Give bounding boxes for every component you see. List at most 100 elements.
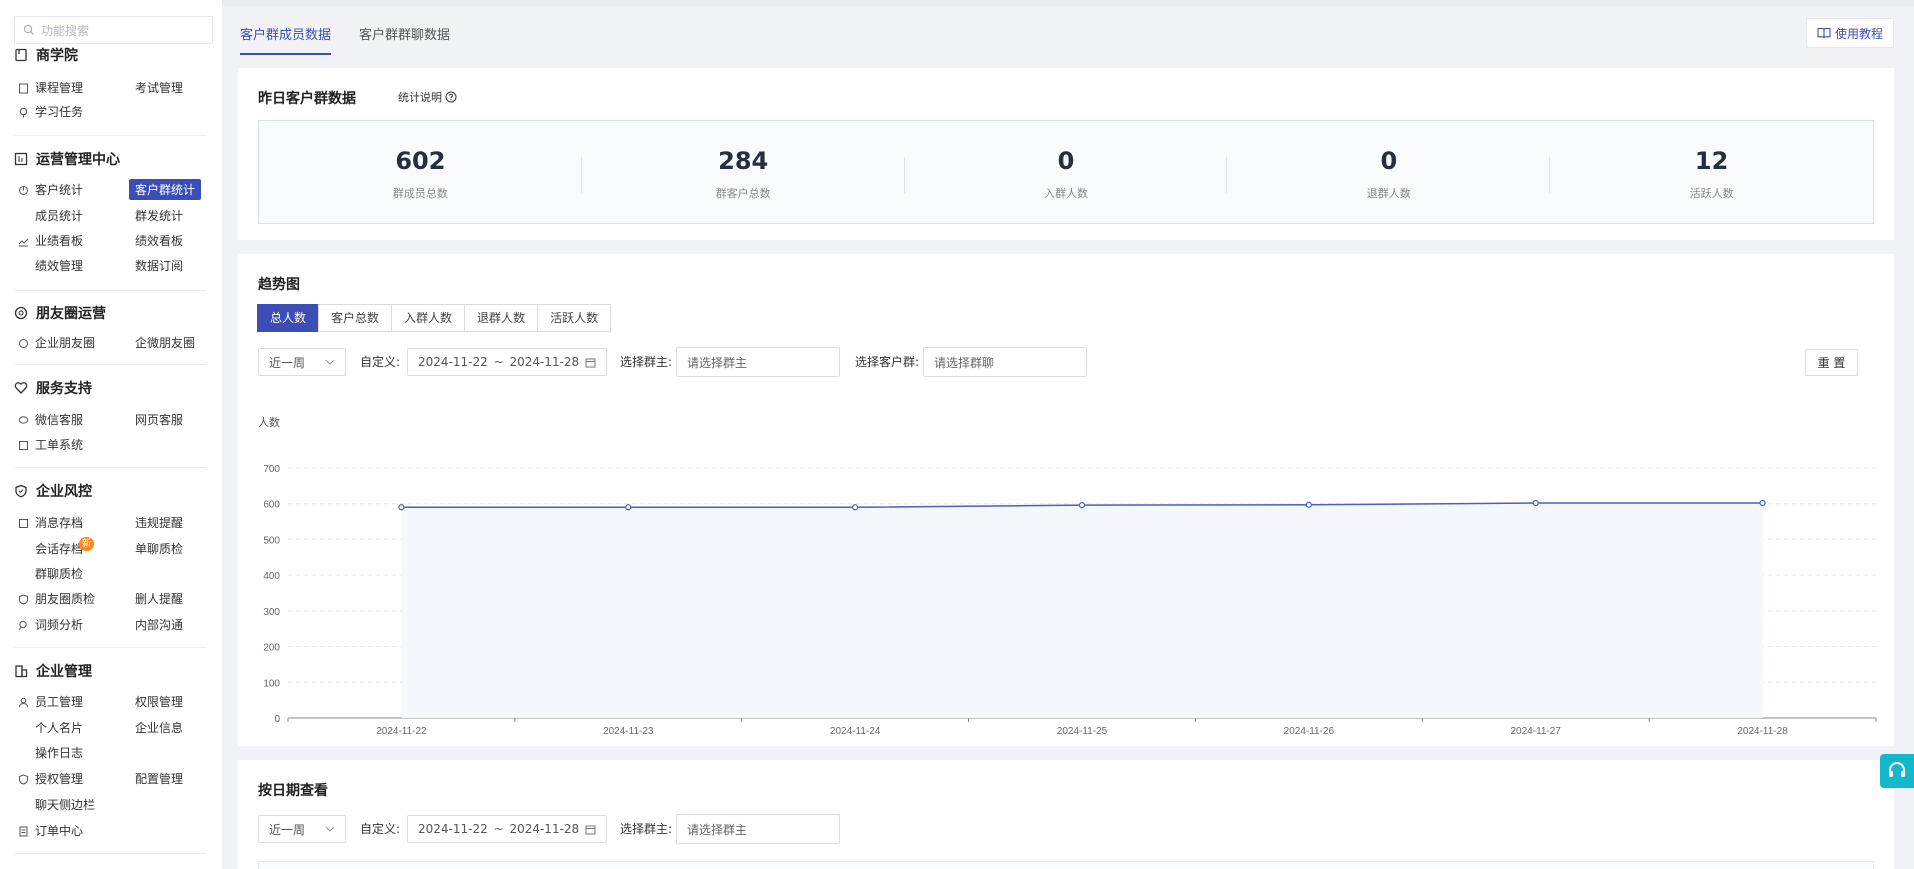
series-area — [401, 503, 1763, 718]
owner-label-2: 选择群主: — [620, 822, 673, 836]
doc-icon — [19, 83, 28, 93]
date-start: 2024-11-22 — [418, 355, 488, 369]
tab-group-chat-data[interactable]: 客户群群聊数据 — [359, 24, 450, 55]
chevron-down-icon — [325, 826, 335, 832]
seg-total[interactable]: 总人数 — [257, 304, 320, 332]
function-search-input[interactable]: 功能搜索 — [14, 16, 213, 44]
sidebar-item-member-stats[interactable]: 成员统计 — [35, 206, 83, 226]
sidebar-item-moments-qc[interactable]: 朋友圈质检 — [18, 589, 95, 609]
owner-label: 选择群主: — [620, 355, 673, 369]
sidebar-item-kpi-board[interactable]: 绩效看板 — [135, 231, 183, 251]
sidebar-item-web-service[interactable]: 网页客服 — [135, 410, 183, 430]
sidebar-item-permission[interactable]: 权限管理 — [135, 692, 183, 712]
sidebar-item-staff[interactable]: 员工管理 — [18, 692, 83, 712]
tab-member-data[interactable]: 客户群成员数据 — [240, 24, 332, 55]
section-business-school: 商学院 — [14, 45, 214, 65]
y-tick-label: 100 — [263, 678, 280, 689]
sidebar-item-wecom-moments[interactable]: 企微朋友圈 — [135, 333, 195, 353]
vertical-scrollbar[interactable] — [1906, 20, 1914, 840]
sidebar-item-chat-sidebar[interactable]: 聊天侧边栏 — [35, 795, 95, 815]
building-icon — [15, 665, 28, 678]
y-tick-label: 500 — [263, 535, 280, 546]
date-end: 2024-11-28 — [509, 355, 580, 369]
seg-joined[interactable]: 入群人数 — [391, 304, 466, 332]
sidebar-item-session-archive[interactable]: 会话存档新 — [35, 537, 95, 559]
data-point — [1305, 501, 1312, 508]
date-range-picker[interactable]: 2024-11-22 ~ 2024-11-28 — [407, 348, 607, 376]
trend-chart: 人数 0 100 200 300 400 500 600 700 2024-11-22 2024-1… — [258, 416, 1877, 737]
owner-select-2[interactable]: 请选择群主 — [676, 814, 840, 844]
seg-customer-total[interactable]: 客户总数 — [318, 304, 393, 332]
archive-icon — [19, 518, 28, 528]
x-tick-label: 2024-11-28 — [1737, 726, 1788, 737]
tutorial-button[interactable]: 使用教程 — [1805, 18, 1894, 48]
x-tick-label: 2024-11-26 — [1284, 726, 1335, 737]
tab-bar: 客户群成员数据 客户群群聊数据 — [240, 24, 478, 55]
seg-left[interactable]: 退群人数 — [464, 304, 539, 332]
y-tick-label: 400 — [263, 571, 280, 582]
sidebar-item-kpi-manage[interactable]: 绩效管理 — [35, 256, 83, 276]
divider — [14, 467, 206, 468]
stats-note[interactable]: 统计说明 — [398, 89, 457, 105]
seg-active[interactable]: 活跃人数 — [537, 304, 612, 332]
sidebar-item-customer-stats[interactable]: 客户统计 — [18, 180, 83, 200]
divider — [14, 290, 206, 291]
sidebar-item-config[interactable]: 配置管理 — [135, 769, 183, 789]
sidebar-item-corp-moments[interactable]: 企业朋友圈 — [18, 333, 95, 353]
search-icon — [23, 24, 34, 35]
chevron-down-icon — [325, 359, 335, 365]
section-operations: 运营管理中心 — [14, 149, 214, 169]
y-tick-label: 200 — [263, 643, 280, 654]
sidebar-item-delete-alert[interactable]: 删人提醒 — [135, 589, 183, 609]
y-tick-label: 600 — [263, 500, 280, 511]
group-select[interactable]: 请选择群聊 — [923, 347, 1087, 377]
x-tick-label: 2024-11-24 — [830, 726, 881, 737]
sidebar-item-performance-board[interactable]: 业绩看板 — [18, 231, 83, 251]
owner-select[interactable]: 请选择群主 — [676, 347, 840, 377]
sidebar-item-word-freq[interactable]: 词频分析 — [18, 615, 83, 635]
date-range-picker-2[interactable]: 2024-11-22 ~ 2024-11-28 — [407, 815, 607, 843]
sidebar-item-broadcast-stats[interactable]: 群发统计 — [135, 206, 183, 226]
sidebar-item-internal-comm[interactable]: 内部沟通 — [135, 615, 183, 635]
order-icon — [19, 826, 28, 836]
data-point — [625, 504, 632, 511]
sidebar-item-oplog[interactable]: 操作日志 — [35, 743, 83, 763]
sidebar-item-data-subscribe[interactable]: 数据订阅 — [135, 256, 183, 276]
divider — [14, 853, 206, 854]
divider — [14, 647, 206, 648]
moments-icon — [19, 338, 28, 348]
yesterday-title: 昨日客户群数据 — [258, 91, 356, 107]
y-tick-label: 300 — [263, 607, 280, 618]
sidebar-item-ticket[interactable]: 工单系统 — [18, 435, 83, 455]
top-strip — [222, 0, 1914, 6]
range-select-2[interactable]: 近一周 — [258, 815, 346, 843]
data-point — [1078, 502, 1086, 509]
sidebar-item-name-card[interactable]: 个人名片 — [35, 718, 83, 738]
custom-label: 自定义: — [360, 355, 401, 369]
range-select[interactable]: 近一周 — [258, 348, 346, 376]
sidebar-item-group-qc[interactable]: 群聊质检 — [35, 564, 83, 584]
x-tick-label: 2024-11-27 — [1511, 726, 1562, 737]
question-icon — [445, 91, 457, 103]
main-content: 客户群成员数据 客户群群聊数据 使用教程 昨日客户群数据 统计说明 602 群成员… — [222, 0, 1914, 869]
sidebar-item-corp-info[interactable]: 企业信息 — [135, 718, 183, 738]
x-tick-label: 2024-11-22 — [376, 726, 427, 737]
sidebar-item-wechat-service[interactable]: 微信客服 — [18, 410, 83, 430]
by-date-title: 按日期查看 — [258, 783, 328, 799]
sidebar-item-auth[interactable]: 授权管理 — [18, 769, 83, 789]
sidebar-item-single-qc[interactable]: 单聊质检 — [135, 539, 183, 559]
new-badge: 新 — [79, 537, 95, 551]
sidebar-item-learning-task[interactable]: 学习任务 — [18, 102, 83, 122]
divider — [14, 364, 206, 365]
stat-active: 12 活跃人数 — [1689, 147, 1734, 200]
sidebar-item-orders[interactable]: 订单中心 — [18, 821, 83, 841]
sidebar-item-course[interactable]: 课程管理 — [18, 78, 83, 98]
sidebar-item-msg-archive[interactable]: 消息存档 — [18, 513, 83, 533]
date-sep: ~ — [493, 355, 504, 369]
sidebar-item-exam[interactable]: 考试管理 — [135, 78, 183, 98]
section-title: 商学院 — [36, 48, 78, 64]
reset-button[interactable]: 重 置 — [1805, 349, 1858, 376]
sidebar-item-group-stats[interactable]: 客户群统计 — [129, 179, 202, 200]
section-title: 朋友圈运营 — [36, 306, 106, 322]
sidebar-item-violation-alert[interactable]: 违规提醒 — [135, 513, 183, 533]
